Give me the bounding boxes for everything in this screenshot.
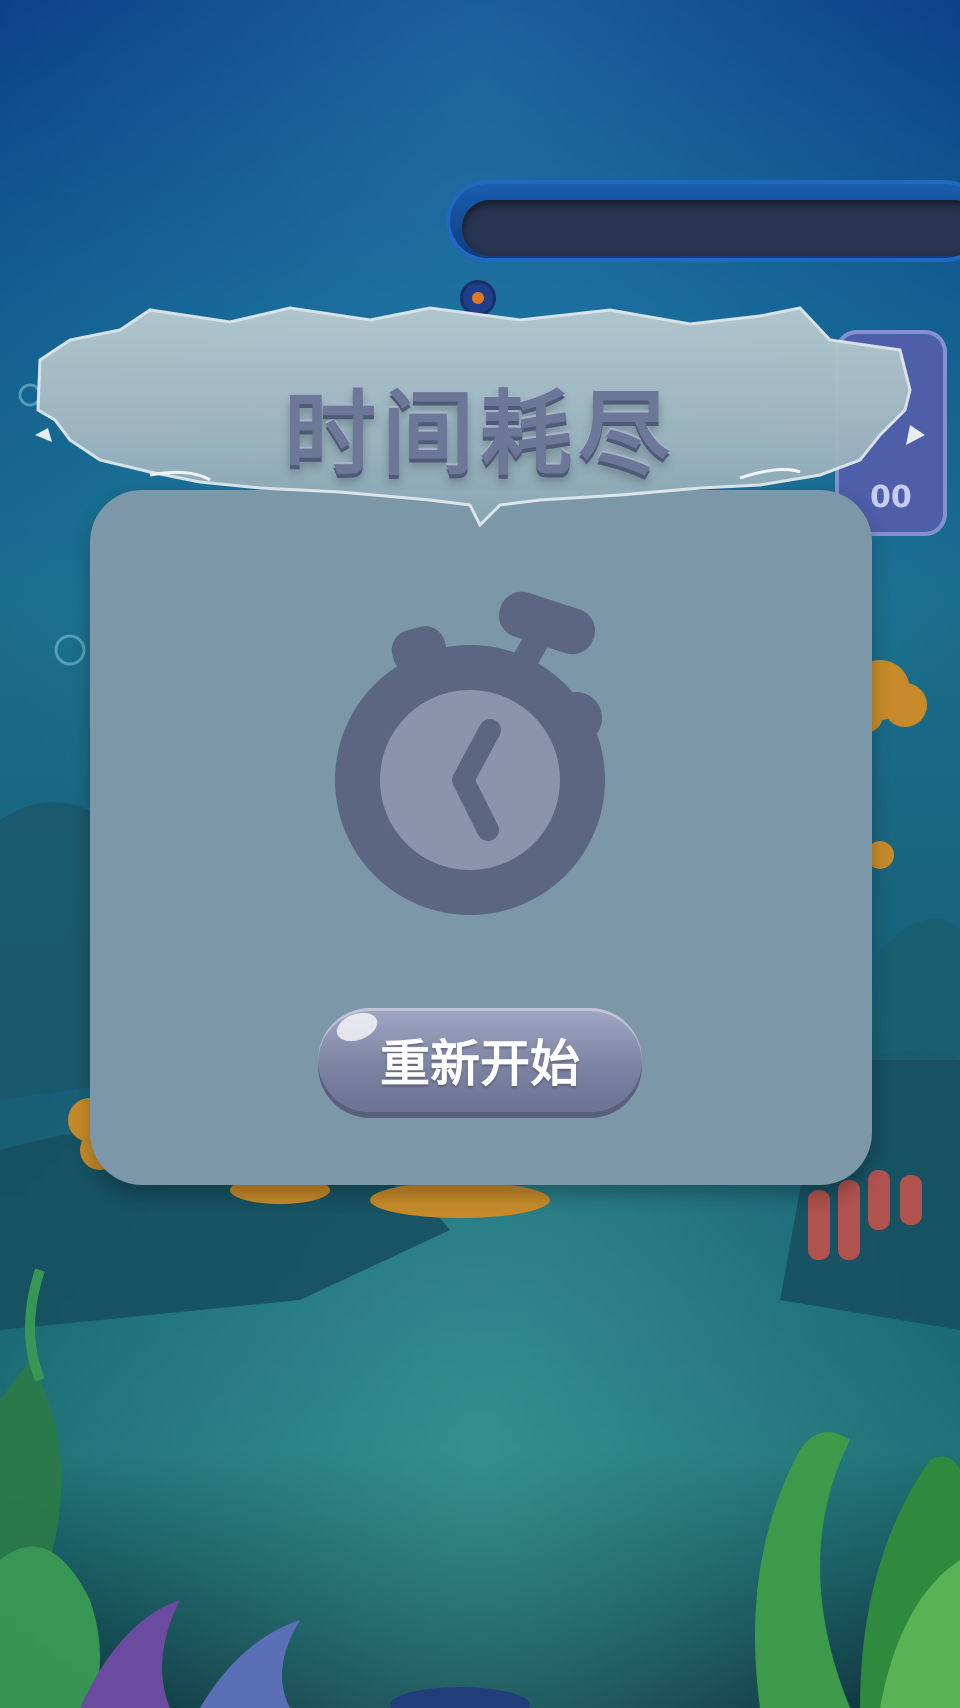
restart-button-label: 重新开始 bbox=[380, 1035, 580, 1093]
stopwatch-icon bbox=[335, 591, 605, 915]
progress-bar-track bbox=[462, 200, 960, 256]
dialog-title: 时间耗尽 bbox=[283, 381, 676, 488]
game-scene: 00 时间耗尽 重新开始 bbox=[0, 0, 960, 1708]
